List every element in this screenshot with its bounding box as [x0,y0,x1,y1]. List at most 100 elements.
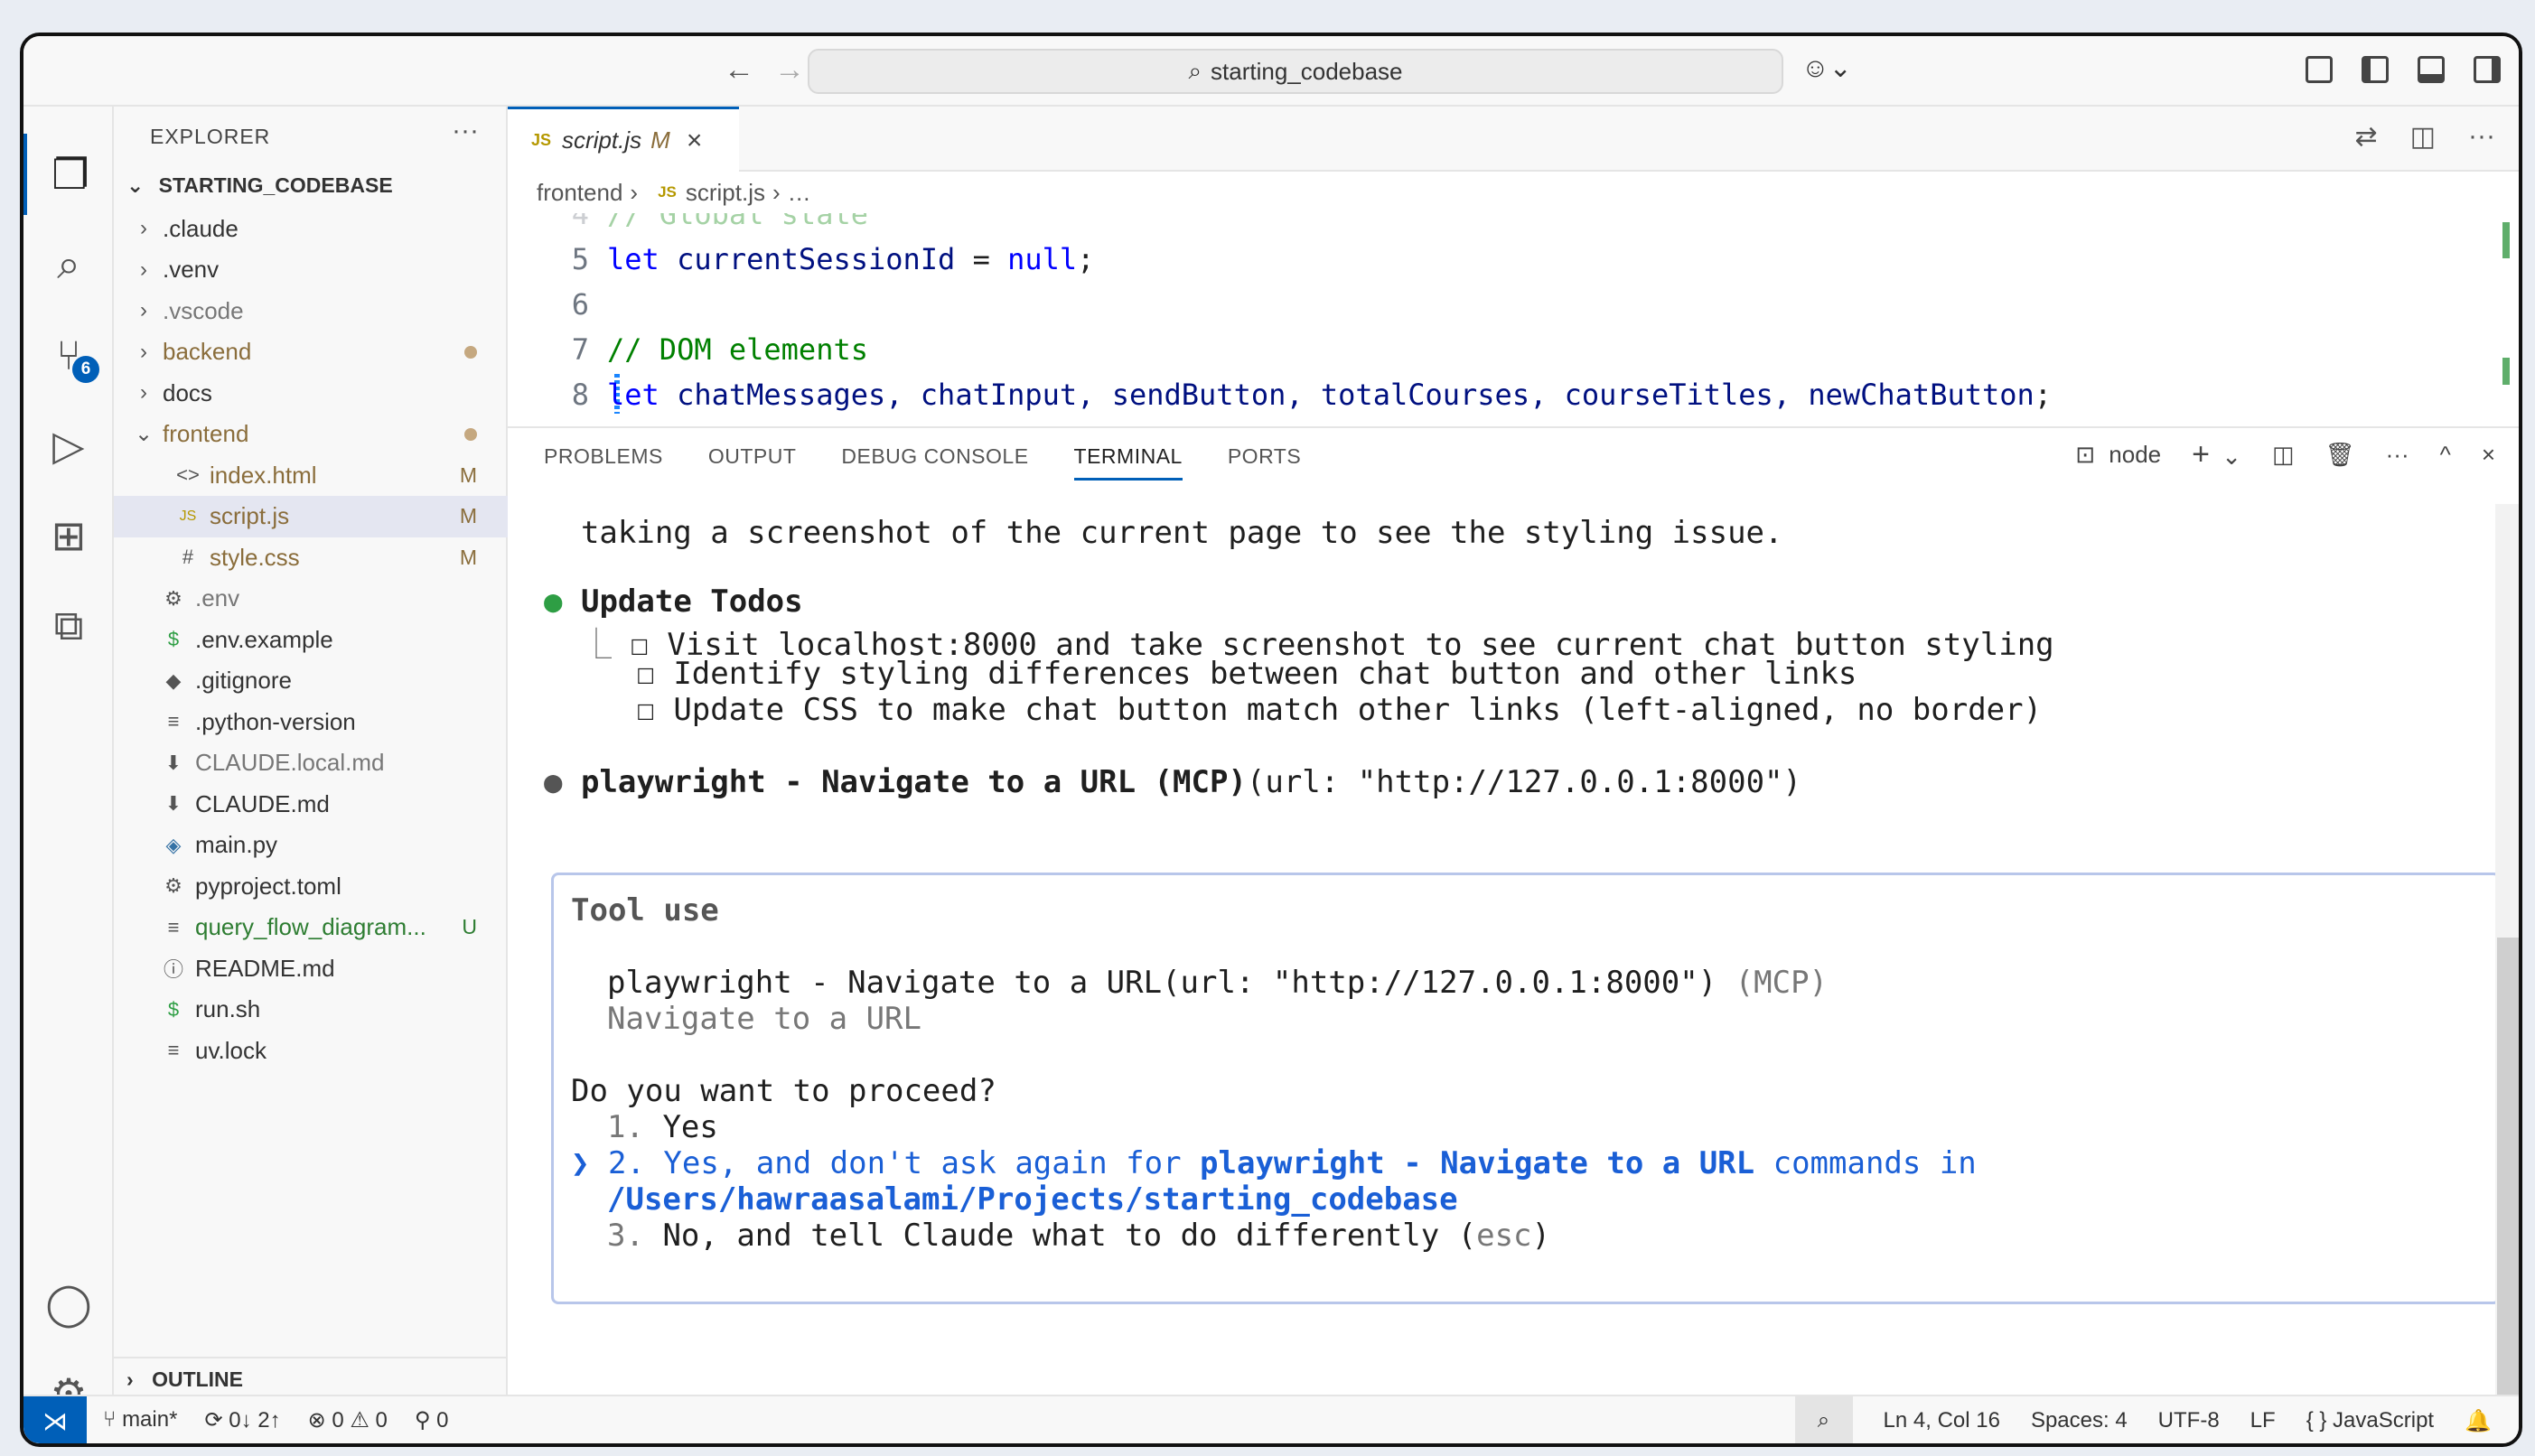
trash-icon[interactable]: 🗑 [2325,441,2355,469]
tree-item[interactable]: <> index.html M [114,454,508,496]
tool-call-text: playwright - Navigate to a URL(url: "htt… [607,965,1717,1001]
account-icon[interactable]: ◯ [23,1263,114,1344]
tree-item-label: README.md [195,954,335,982]
back-arrow-icon[interactable]: ← [719,52,759,88]
tree-item[interactable]: ⬇ CLAUDE.md [114,783,508,825]
code-editor[interactable]: 4 // Global state 5 let currentSessionId… [508,213,2519,426]
source-control-icon[interactable]: ⑂ 6 [23,314,114,396]
checkbox-icon: ☐ [636,692,655,728]
breadcrumb-folder[interactable]: frontend [537,179,622,207]
notifications-bell-icon[interactable]: 🔔 [2465,1408,2492,1434]
explorer-icon[interactable]: ❐ [23,134,114,215]
open-changes-icon[interactable]: ⇄ [2355,121,2378,153]
remote-explorer-icon[interactable]: ⧉ [23,585,114,667]
maximize-panel-icon[interactable]: ^ [2440,441,2451,469]
tree-item[interactable]: ⚙ pyproject.toml [114,865,508,907]
panel-tab-problems[interactable]: PROBLEMS [544,444,663,481]
encoding[interactable]: UTF-8 [2158,1408,2220,1433]
command-center[interactable]: ⌕ starting_codebase [808,49,1783,94]
toggle-panel-icon[interactable] [2418,56,2445,83]
problems-count[interactable]: ⊗ 0 ⚠ 0 [308,1407,388,1433]
tree-item[interactable]: › docs [114,372,508,414]
tree-item[interactable]: ◆ .gitignore [114,660,508,702]
proceed-question: Do you want to proceed? [571,1073,996,1109]
tree-item[interactable]: ⬇ CLAUDE.local.md [114,742,508,784]
tree-item[interactable]: ⓘ README.md [114,947,508,989]
toggle-primary-sidebar-icon[interactable] [2362,56,2389,83]
scrollbar-thumb[interactable] [2497,938,2519,1398]
extensions-icon[interactable]: ⊞ [23,495,114,576]
tree-item[interactable]: ≡ query_flow_diagram... U [114,907,508,948]
tree-item[interactable]: ≡ uv.lock [114,1030,508,1071]
tree-item[interactable]: › .claude [114,208,508,249]
tree-item[interactable]: $ run.sh [114,989,508,1031]
tree-item-label: .env [195,584,240,611]
outline-section[interactable]: › OUTLINE [114,1357,506,1398]
cursor-position[interactable]: Ln 4, Col 16 [1884,1408,2000,1433]
checkbox-icon: ☐ [636,656,655,692]
file-type-icon: $ [167,628,180,650]
option-yes-always[interactable]: ❯ 2. Yes, and don't ask again for playwr… [571,1145,1977,1181]
status-bar: ⋊ ⑂ main* ⟳ 0↓ 2↑ ⊗ 0 ⚠ 0 ⚲ 0 ⌕ Ln 4, Co… [23,1395,2519,1443]
tree-item[interactable]: › backend [114,331,508,373]
tree-item[interactable]: ⌄ frontend [114,414,508,455]
toggle-secondary-sidebar-icon[interactable] [2474,56,2501,83]
code-line: 7 // DOM elements [508,327,868,372]
tree-item[interactable]: JS script.js M [114,495,508,537]
breadcrumb-more[interactable]: … [788,179,811,207]
indentation[interactable]: Spaces: 4 [2031,1408,2128,1433]
new-terminal-icon[interactable]: + ⌄ [2192,437,2241,472]
breadcrumb-file[interactable]: script.js [686,179,765,207]
chevron-right-icon: › [126,1367,134,1391]
chevron-icon: ⌄ [134,422,154,446]
terminal-scrollbar[interactable] [2495,504,2519,1398]
panel-tab-ports[interactable]: PORTS [1228,444,1301,481]
split-editor-icon[interactable]: ◫ [2410,121,2436,153]
panel-tab-terminal[interactable]: TERMINAL [1073,444,1183,481]
code-variables: chatMessages, chatInput, sendButton, tot… [677,378,2035,412]
language-mode[interactable]: { } JavaScript [2306,1408,2434,1433]
git-status-badge: U [462,915,477,938]
panel-tab-output[interactable]: OUTPUT [708,444,797,481]
tree-item[interactable]: › .venv [114,249,508,291]
panel-tab-debug-console[interactable]: DEBUG CONSOLE [841,444,1028,481]
tree-item[interactable]: ◈ main.py [114,825,508,866]
tree-item[interactable]: # style.css M [114,537,508,578]
zoom-icon[interactable]: ⌕ [1794,1396,1853,1443]
tree-item[interactable]: ≡ .python-version [114,701,508,742]
chevron-down-icon: ⌄ [2222,443,2242,470]
close-tab-icon[interactable]: × [687,126,703,156]
title-bar: ← → ⌕ starting_codebase ☺⌄ [23,36,2519,107]
tab-script-js[interactable]: JS script.js M × [508,107,739,172]
more-actions-icon[interactable]: ··· [452,116,479,146]
more-actions-icon[interactable]: ··· [2468,121,2495,153]
tree-item[interactable]: ⚙ .env [114,578,508,620]
root-folder[interactable]: ⌄ STARTING_CODEBASE [126,173,393,198]
customize-layout-icon[interactable] [2306,56,2333,83]
tree-item-label: script.js [210,502,290,529]
ports-count[interactable]: ⚲ 0 [415,1407,449,1433]
run-debug-icon[interactable]: ▷ [23,405,114,486]
option-no[interactable]: 3. No, and tell Claude what to do differ… [607,1218,1550,1254]
more-actions-icon[interactable]: ··· [2386,441,2409,469]
status-bullet-icon: ● [544,764,563,800]
tree-item[interactable]: › .vscode [114,290,508,331]
search-view-icon[interactable]: ⌕ [23,224,114,305]
split-terminal-icon[interactable]: ◫ [2272,441,2295,469]
option-yes[interactable]: 1. Yes [607,1109,718,1145]
option-label: Yes [662,1109,718,1145]
remote-indicator-icon[interactable]: ⋊ [23,1396,87,1443]
forward-arrow-icon[interactable]: → [770,52,809,88]
copilot-icon[interactable]: ☺⌄ [1801,52,1852,84]
tree-item[interactable]: $ .env.example [114,619,508,660]
terminal-selector[interactable]: ⊡ node [2075,441,2161,469]
code-punct: ; [1077,242,1095,276]
end-of-line[interactable]: LF [2250,1408,2276,1433]
minimap-change-marker [2502,358,2510,385]
git-branch[interactable]: ⑂ main* [103,1407,177,1433]
option-number: 2. [607,1145,645,1181]
root-folder-label: STARTING_CODEBASE [158,173,393,197]
git-sync[interactable]: ⟳ 0↓ 2↑ [204,1407,280,1433]
file-type-icon: ◆ [165,668,182,692]
close-panel-icon[interactable]: × [2482,441,2495,469]
